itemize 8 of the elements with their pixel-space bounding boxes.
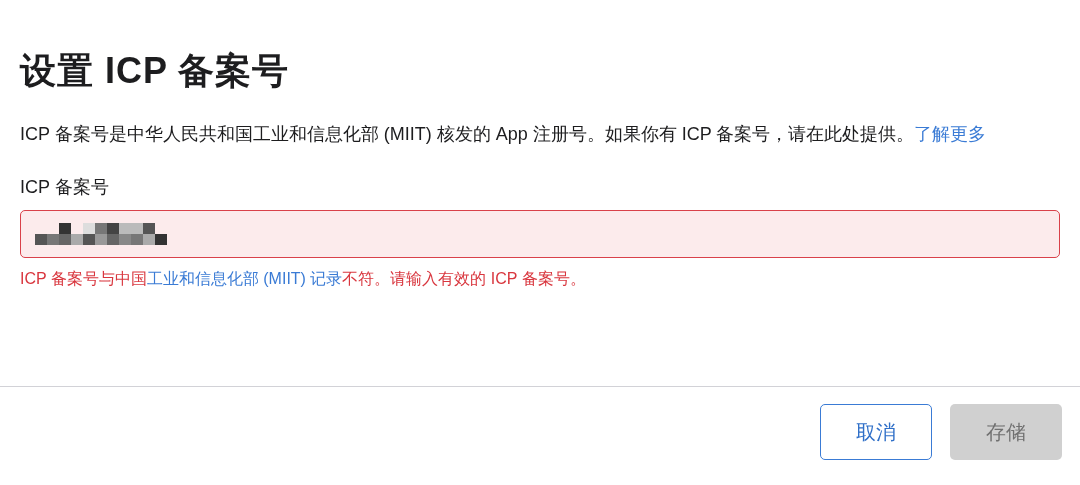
dialog-title: 设置 ICP 备案号 <box>20 49 291 93</box>
error-message: ICP 备案号与中国工业和信息化部 (MIIT) 记录不符。请输入有效的 ICP 备案号。 <box>20 269 587 289</box>
description-text: ICP 备案号是中华人民共和国工业和信息化部 (MIIT) 核发的 App 注册号。如果你有 ICP 备案号，请在此处提供。了解更多 <box>20 123 988 146</box>
cancel-button[interactable]: 取消 <box>820 404 932 460</box>
learn-more-link[interactable]: 了解更多 <box>914 124 987 144</box>
miit-records-link[interactable]: 工业和信息化部 (MIIT) 记录 <box>146 270 343 287</box>
field-label: ICP 备案号 <box>20 176 109 199</box>
input-field[interactable] <box>20 210 1060 258</box>
